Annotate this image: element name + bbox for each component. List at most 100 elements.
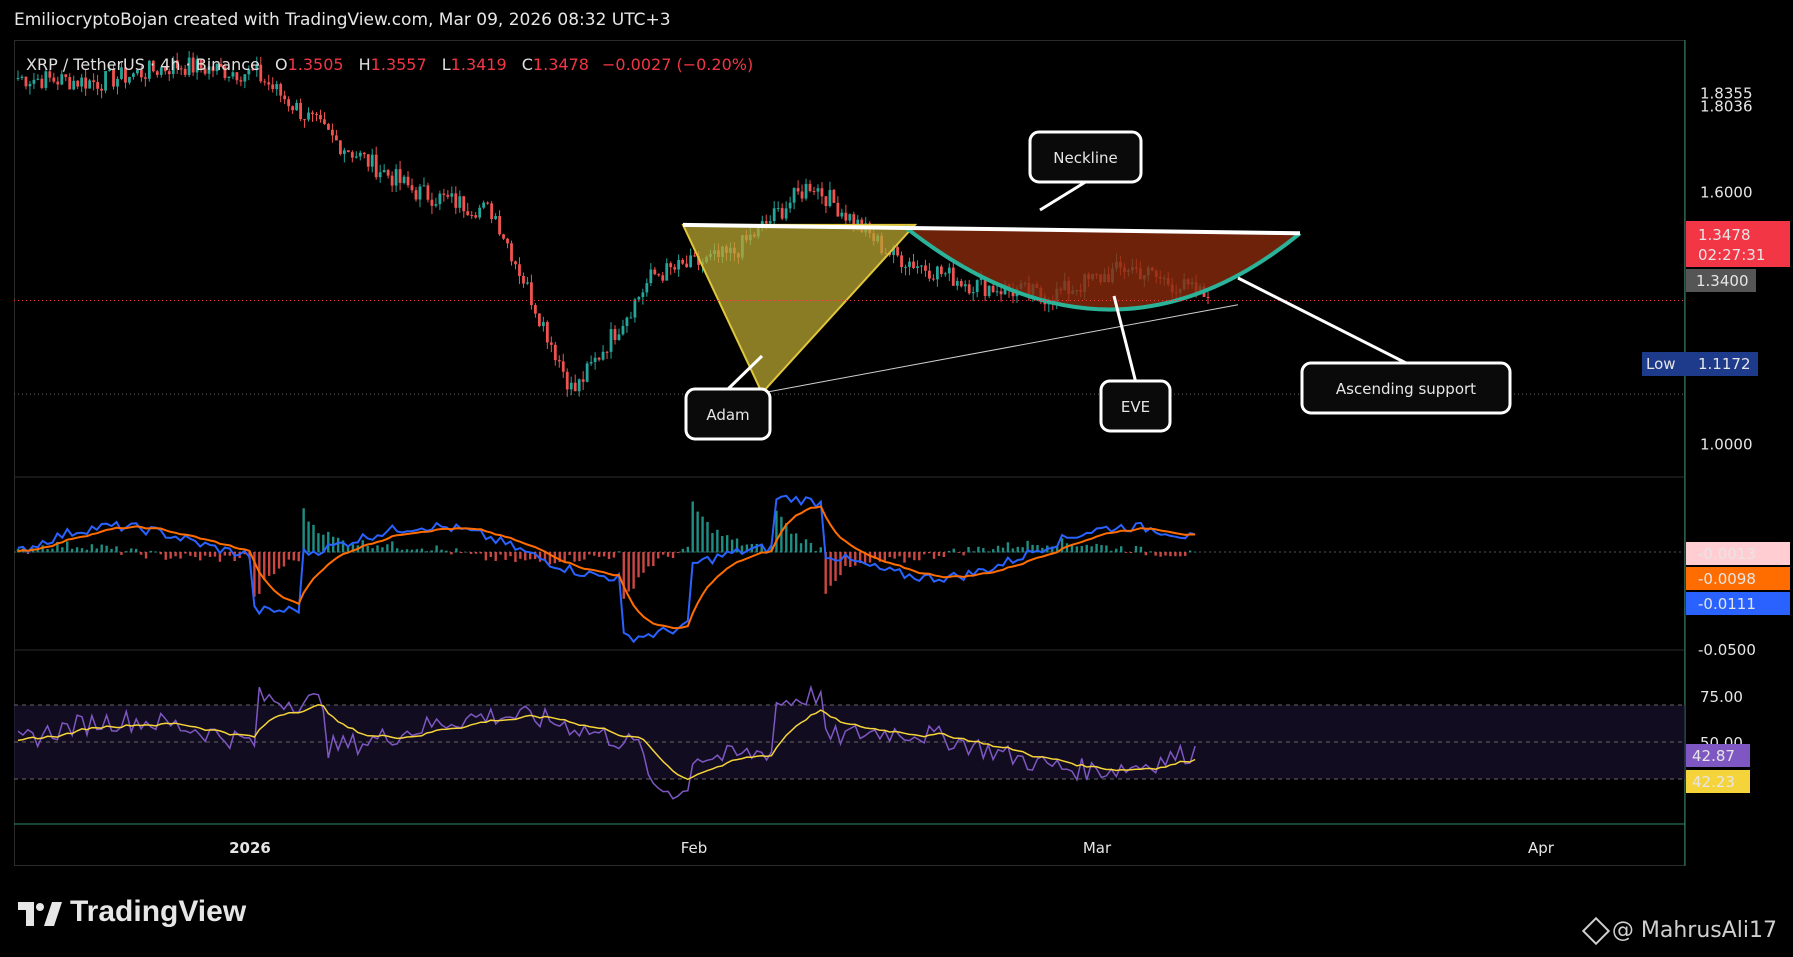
macd-histogram-bar [819, 547, 822, 553]
macd-histogram-bar [854, 552, 857, 566]
macd-histogram-bar [282, 552, 286, 567]
macd-histogram-bar [647, 552, 650, 567]
ascending-support-line[interactable] [761, 304, 1239, 394]
candle [315, 113, 318, 116]
macd-histogram-bar [972, 551, 975, 553]
adam-callout-label: Adam [706, 406, 749, 424]
macd-histogram-bar [1120, 546, 1123, 553]
candle [338, 140, 342, 155]
candle [1206, 296, 1210, 298]
macd-histogram-bar [223, 552, 227, 556]
candle [928, 270, 931, 279]
macd-histogram-bar [213, 552, 217, 557]
rsi-value: 42.87 [1692, 747, 1735, 765]
macd-histogram-bar [790, 533, 793, 553]
candle [951, 267, 955, 286]
candle [16, 78, 20, 80]
macd-histogram-bar [996, 545, 1000, 553]
price-axis-tick: 1.8036 [1700, 98, 1753, 116]
candle [685, 263, 689, 268]
macd-histogram-bar [307, 521, 310, 553]
candle [904, 266, 907, 268]
macd-hist-value: -0.0013 [1698, 545, 1756, 563]
macd-histogram-bar [893, 552, 896, 559]
macd-histogram-bar [125, 551, 128, 553]
macd-histogram-bar [962, 552, 965, 556]
macd-histogram-bar [612, 552, 616, 558]
candle [514, 261, 517, 265]
candle [307, 112, 310, 120]
macd-histogram-bar [1006, 542, 1010, 553]
macd-histogram-bar [336, 537, 340, 553]
macd-histogram-bar [1090, 546, 1093, 553]
candle [116, 78, 119, 87]
macd-histogram-bar [430, 550, 433, 553]
candle [963, 284, 967, 287]
macd-histogram-bar [957, 552, 960, 553]
candle [60, 74, 64, 85]
macd-histogram-bar [730, 539, 734, 553]
rsi-axis-tick: 75.00 [1700, 688, 1743, 706]
macd-signal-value: -0.0098 [1698, 570, 1756, 588]
adam-triangle[interactable] [681, 223, 918, 395]
rsi-ma-value: 42.23 [1692, 773, 1735, 791]
candle [526, 282, 529, 284]
candle [669, 263, 673, 268]
candle [816, 188, 820, 192]
candle [386, 170, 390, 176]
chart-canvas[interactable]: NecklineAdam EVEAscending support1.83551.… [0, 0, 1793, 957]
macd-histogram-bar [1085, 544, 1088, 553]
macd-histogram-bar [1169, 552, 1172, 557]
candle [446, 194, 450, 197]
candle [573, 382, 577, 392]
macd-histogram-bar [721, 536, 724, 553]
macd-histogram-bar [1105, 545, 1108, 553]
author-watermark: @ MahrusAli17 [1581, 916, 1777, 945]
macd-histogram-bar [1110, 550, 1113, 553]
candle [585, 363, 589, 382]
macd-histogram-bar [1075, 546, 1079, 553]
candle [995, 291, 999, 293]
binance-square-icon [1581, 916, 1611, 945]
price-countdown: 02:27:31 [1698, 246, 1765, 264]
candle [358, 152, 362, 157]
legend-change: −0.0027 (−0.20%) [602, 55, 754, 74]
macd-histogram-bar [1179, 552, 1182, 557]
candle [52, 77, 56, 82]
low-badge-label: Low [1646, 355, 1676, 373]
candle [72, 80, 76, 90]
candle [569, 382, 573, 390]
time-axis-tick: Feb [681, 839, 708, 857]
macd-histogram-bar [514, 552, 517, 563]
candle [478, 207, 482, 218]
candle [780, 208, 784, 219]
macd-histogram-bar [740, 545, 744, 553]
macd-histogram-bar [1129, 552, 1133, 554]
candle [227, 76, 231, 78]
price-axis-tick: 1.6000 [1700, 183, 1753, 201]
macd-histogram-bar [194, 552, 197, 558]
macd-histogram-bar [1011, 548, 1015, 553]
macd-histogram-bar [1154, 552, 1157, 556]
macd-histogram-bar [691, 501, 694, 553]
macd-histogram-bar [169, 552, 172, 559]
macd-histogram-bar [834, 552, 837, 581]
macd-histogram-bar [154, 551, 158, 553]
macd-histogram-bar [277, 552, 281, 569]
macd-histogram-bar [578, 552, 581, 562]
candle [597, 357, 601, 360]
macd-histogram-bar [1124, 552, 1128, 553]
macd-histogram-bar [602, 552, 606, 557]
macd-histogram-bar [987, 551, 990, 553]
macd-histogram-bar [130, 548, 133, 553]
macd-histogram-bar [494, 552, 497, 561]
ascending-support-callout-pointer [1237, 276, 1407, 365]
legend-symbol[interactable]: XRP / TetherUS · 4h · Binance [26, 55, 260, 74]
candle [470, 215, 474, 217]
candle [776, 208, 780, 210]
macd-histogram-bar [381, 547, 384, 553]
candle [32, 79, 36, 84]
candle [912, 261, 915, 268]
candle [370, 154, 374, 167]
macd-histogram-bar [400, 549, 404, 553]
